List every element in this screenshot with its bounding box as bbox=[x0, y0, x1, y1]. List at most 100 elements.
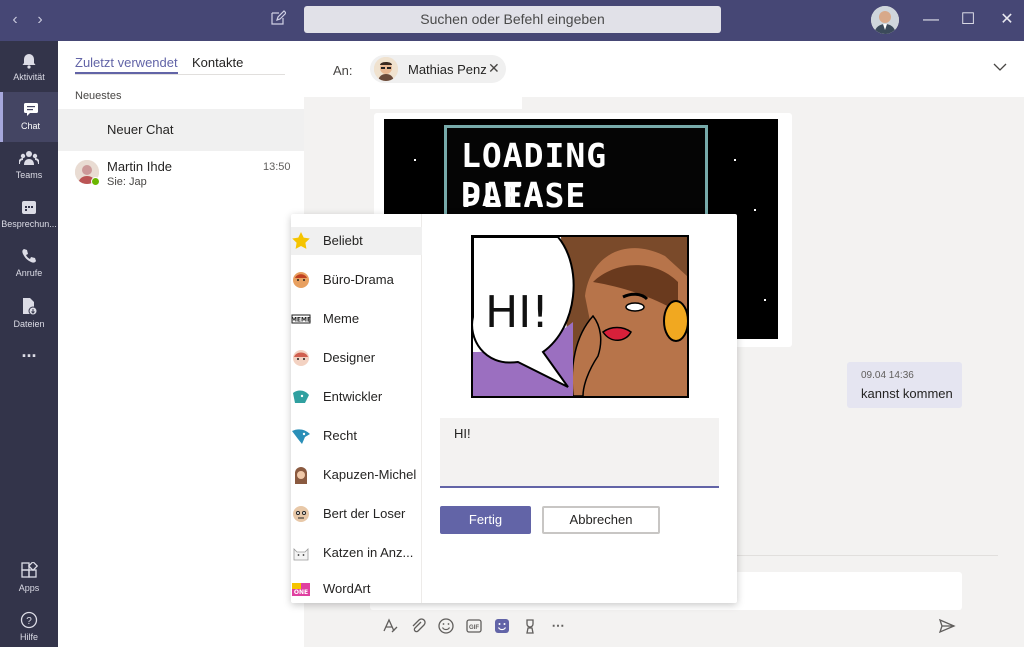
law-icon bbox=[292, 429, 310, 444]
minimize-icon[interactable]: — bbox=[919, 8, 943, 32]
praise-icon[interactable] bbox=[521, 617, 539, 635]
category-label: Recht bbox=[323, 428, 357, 443]
format-icon[interactable] bbox=[381, 617, 399, 635]
sticker-category[interactable]: Recht bbox=[291, 422, 422, 450]
close-icon[interactable]: ✕ bbox=[995, 8, 1019, 32]
sticker-category[interactable]: Designer bbox=[291, 344, 422, 372]
category-label: Büro-Drama bbox=[323, 272, 394, 287]
sticker-preview: HI! bbox=[471, 235, 689, 398]
sticker-category[interactable]: Katzen in Anz... bbox=[291, 539, 422, 567]
chat-list-panel: Zuletzt verwendet Kontakte Neuestes Neue… bbox=[58, 41, 304, 647]
rail-item-teams[interactable]: Teams bbox=[0, 141, 58, 191]
help-icon: ? bbox=[20, 611, 38, 629]
message-bubble bbox=[370, 97, 522, 109]
send-icon[interactable] bbox=[938, 617, 956, 635]
wordart-icon: ONE bbox=[292, 583, 310, 596]
category-label: Katzen in Anz... bbox=[323, 545, 414, 560]
forward-arrow-icon[interactable]: › bbox=[31, 11, 49, 29]
svg-text:GIF: GIF bbox=[469, 625, 479, 631]
section-label: Neuestes bbox=[75, 90, 122, 102]
sticker-category[interactable]: Beliebt bbox=[291, 227, 422, 255]
rail-item-help[interactable]: ? Hilfe bbox=[0, 603, 58, 647]
sticker-category[interactable]: Büro-Drama bbox=[291, 266, 422, 294]
files-icon bbox=[23, 298, 38, 316]
caption-value: HI! bbox=[454, 426, 471, 441]
category-label: Kapuzen-Michel bbox=[323, 467, 417, 482]
status-available-icon bbox=[91, 177, 100, 186]
office-drama-icon bbox=[293, 272, 309, 288]
category-label: Bert der Loser bbox=[323, 506, 406, 521]
done-button[interactable]: Fertig bbox=[440, 506, 531, 534]
rail-label: Dateien bbox=[13, 319, 45, 329]
avatar bbox=[374, 57, 398, 81]
app-rail: Aktivität Chat Teams Besprechun... Anruf… bbox=[0, 41, 58, 647]
search-input[interactable]: Suchen oder Befehl eingeben bbox=[304, 6, 721, 33]
message-preview: Sie: Jap bbox=[107, 176, 147, 188]
phone-icon bbox=[22, 249, 36, 263]
rail-item-apps[interactable]: Apps bbox=[0, 554, 58, 604]
recipient-name: Mathias Penz bbox=[408, 62, 487, 77]
svg-text:MEME: MEME bbox=[291, 317, 311, 324]
category-label: Meme bbox=[323, 311, 360, 326]
svg-text:?: ? bbox=[26, 616, 32, 627]
sticker-category[interactable]: Bert der Loser bbox=[291, 500, 422, 528]
svg-text:ONE: ONE bbox=[294, 589, 308, 596]
rail-item-calls[interactable]: Anrufe bbox=[0, 239, 58, 289]
tab-contacts[interactable]: Kontakte bbox=[192, 55, 243, 70]
sticker-picker: Beliebt Büro-Drama MEME Meme Designer En… bbox=[291, 214, 737, 603]
list-item[interactable]: Martin Ihde Sie: Jap 13:50 bbox=[58, 153, 304, 193]
title-bar: ‹ › Suchen oder Befehl eingeben — ☐ ✕ bbox=[0, 0, 1024, 41]
tab-recent[interactable]: Zuletzt verwendet bbox=[75, 55, 178, 74]
to-label: An: bbox=[333, 63, 353, 78]
chat-icon bbox=[23, 103, 38, 116]
category-label: Beliebt bbox=[323, 233, 363, 248]
sticker-caption-input[interactable]: HI! bbox=[440, 418, 719, 488]
recipient-bar: An: Mathias Penz ✕ bbox=[304, 41, 1024, 97]
rail-label: Besprechun... bbox=[1, 219, 57, 229]
chat-list-tabs: Zuletzt verwendet Kontakte bbox=[75, 55, 285, 75]
cat-icon bbox=[293, 548, 309, 561]
chevron-down-icon[interactable] bbox=[992, 59, 1008, 75]
back-arrow-icon[interactable]: ‹ bbox=[6, 11, 24, 29]
category-label: Entwickler bbox=[323, 389, 383, 404]
gif-icon[interactable]: GIF bbox=[465, 617, 483, 635]
maximize-icon[interactable]: ☐ bbox=[956, 8, 980, 32]
more-options-icon[interactable]: ⋯ bbox=[549, 617, 567, 635]
teams-icon bbox=[19, 151, 39, 165]
attach-icon[interactable] bbox=[409, 617, 427, 635]
sticker-category[interactable]: Kapuzen-Michel bbox=[291, 461, 422, 489]
gif-screen: LOADING DATA PLEASE WAIT!▌ bbox=[444, 125, 708, 254]
new-chat-item[interactable]: Neuer Chat bbox=[58, 109, 304, 151]
category-label: Designer bbox=[323, 350, 376, 365]
sticker-icon[interactable] bbox=[493, 617, 511, 635]
rail-item-meetings[interactable]: Besprechun... bbox=[0, 190, 58, 240]
timestamp: 13:50 bbox=[263, 161, 291, 173]
rail-label: Anrufe bbox=[15, 268, 43, 278]
rail-label: Aktivität bbox=[13, 72, 45, 82]
star-icon bbox=[292, 232, 310, 249]
category-label: WordArt bbox=[323, 581, 371, 596]
emoji-icon[interactable] bbox=[437, 617, 455, 635]
more-apps-icon[interactable]: ... bbox=[0, 341, 58, 371]
sticker-category[interactable]: Entwickler bbox=[291, 383, 422, 411]
cancel-button[interactable]: Abbrechen bbox=[542, 506, 660, 534]
rail-label: Chat bbox=[20, 121, 40, 131]
bert-icon bbox=[293, 506, 309, 522]
message-bubble-sent: 09.04 14:36 kannst kommen bbox=[847, 362, 962, 408]
sticker-category[interactable]: MEME Meme bbox=[291, 305, 422, 333]
rail-item-files[interactable]: Dateien bbox=[0, 288, 58, 338]
rail-label: Hilfe bbox=[19, 632, 38, 642]
remove-recipient-icon[interactable]: ✕ bbox=[488, 60, 500, 77]
sticker-category[interactable]: ONE WordArt bbox=[291, 575, 422, 603]
designer-icon bbox=[293, 350, 309, 366]
bell-icon bbox=[22, 54, 36, 69]
developer-icon bbox=[293, 390, 309, 403]
message-timestamp: 09.04 14:36 bbox=[861, 370, 914, 381]
rail-item-activity[interactable]: Aktivität bbox=[0, 43, 58, 93]
recipient-pill[interactable]: Mathias Penz ✕ bbox=[370, 55, 506, 83]
new-chat-icon[interactable] bbox=[270, 10, 290, 30]
rail-item-chat[interactable]: Chat bbox=[0, 92, 58, 142]
hoodie-icon bbox=[295, 467, 307, 484]
profile-avatar[interactable] bbox=[871, 6, 899, 34]
sticker-category-list: Beliebt Büro-Drama MEME Meme Designer En… bbox=[291, 214, 422, 603]
